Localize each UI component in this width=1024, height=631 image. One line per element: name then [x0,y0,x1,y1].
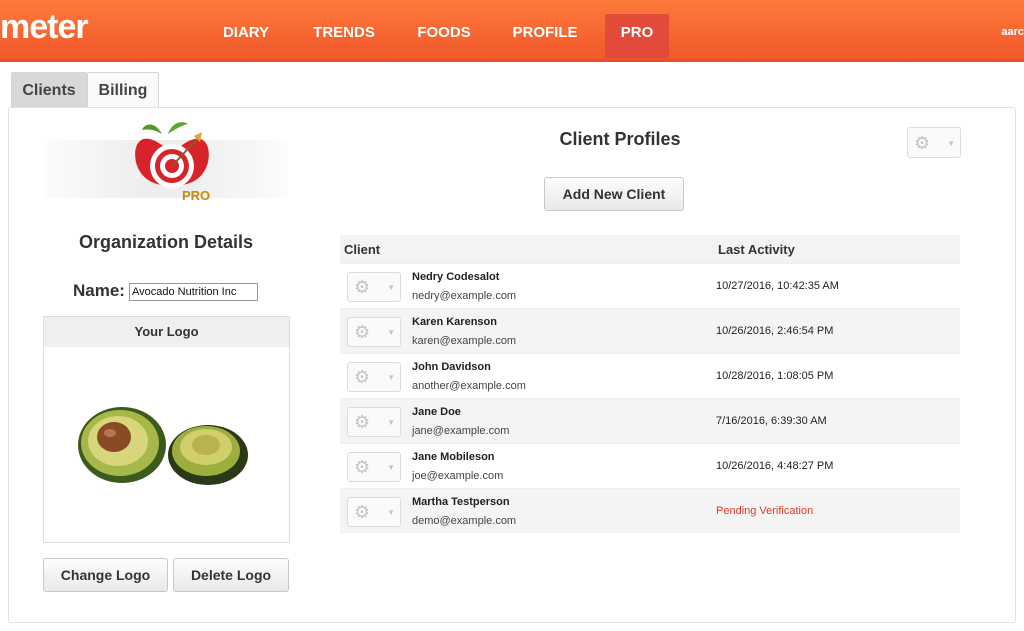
row-actions-button[interactable]: ⚙ ▼ [347,452,401,482]
pro-badge: PRO [182,188,210,203]
delete-logo-button[interactable]: Delete Logo [173,558,289,592]
last-activity: 10/26/2016, 2:46:54 PM [716,325,834,337]
client-name: Nedry Codesalot [412,271,500,283]
gear-icon: ⚙ [354,457,371,477]
client-profiles-title: Client Profiles [559,129,681,149]
client-email: another@example.com [412,380,526,392]
client-email: nedry@example.com [412,290,517,302]
last-activity-pending: Pending Verification [716,505,814,517]
organization-name-input[interactable] [129,283,258,301]
add-new-client-button[interactable]: Add New Client [544,177,684,211]
gear-icon: ⚙ [914,133,931,153]
gear-icon: ⚙ [354,277,371,297]
column-header-last-activity: Last Activity [718,242,795,257]
nav-diary[interactable]: DIARY [205,0,287,62]
gear-icon: ⚙ [354,367,371,387]
name-label: Name: [73,281,125,300]
row-actions-button[interactable]: ⚙ ▼ [347,272,401,302]
table-row: ⚙ ▼ Martha Testperson demo@example.com Pe… [340,488,960,533]
row-actions-button[interactable]: ⚙ ▼ [347,497,401,527]
gear-icon: ⚙ [354,502,371,522]
chevron-down-icon: ▼ [947,139,955,148]
client-name: Karen Karenson [412,316,497,328]
nav-profile[interactable]: PROFILE [502,0,588,62]
top-nav-bar: meter DIARY TRENDS FOODS PROFILE PRO aar… [0,0,1024,62]
tab-clients[interactable]: Clients [11,72,87,108]
chevron-down-icon: ▼ [387,508,395,517]
client-email: demo@example.com [412,515,517,527]
chevron-down-icon: ▼ [387,373,395,382]
table-row: ⚙ ▼ John Davidson another@example.com 10/… [340,353,960,398]
logo-box-title: Your Logo [44,317,289,347]
client-name: Jane Mobileson [412,451,495,463]
row-actions-button[interactable]: ⚙ ▼ [347,407,401,437]
gear-icon: ⚙ [354,412,371,432]
client-email: jane@example.com [412,425,510,437]
logo-box: Your Logo [43,316,290,543]
table-header: Client Last Activity [340,235,960,263]
client-name: Martha Testperson [412,496,510,508]
avocado-image [44,347,289,542]
tab-billing[interactable]: Billing [87,72,159,108]
gear-icon: ⚙ [354,322,371,342]
table-row: ⚙ ▼ Nedry Codesalot nedry@example.com 10/… [340,263,960,308]
apple-target-logo: PRO [132,116,216,209]
table-row: ⚙ ▼ Karen Karenson karen@example.com 10/2… [340,308,960,353]
nav-pro[interactable]: PRO [605,14,669,58]
row-actions-button[interactable]: ⚙ ▼ [347,362,401,392]
last-activity: 7/16/2016, 6:39:30 AM [716,415,827,427]
user-menu[interactable]: aarc [1001,26,1024,38]
client-email: joe@example.com [412,470,504,482]
client-name: Jane Doe [412,406,461,418]
client-name: John Davidson [412,361,491,373]
table-row: ⚙ ▼ Jane Mobileson joe@example.com 10/26/… [340,443,960,488]
column-header-client: Client [344,242,381,257]
brand-logo[interactable]: meter [0,8,89,47]
chevron-down-icon: ▼ [387,463,395,472]
settings-dropdown-button[interactable]: ⚙ ▼ [907,127,961,158]
nav-foods[interactable]: FOODS [404,0,484,62]
change-logo-button[interactable]: Change Logo [43,558,168,592]
chevron-down-icon: ▼ [387,283,395,292]
row-actions-button[interactable]: ⚙ ▼ [347,317,401,347]
chevron-down-icon: ▼ [387,418,395,427]
organization-title: Organization Details [78,232,254,252]
last-activity: 10/28/2016, 1:08:05 PM [716,370,834,382]
table-row: ⚙ ▼ Jane Doe jane@example.com 7/16/2016, … [340,398,960,443]
client-table: Client Last Activity ⚙ ▼ Nedry Codesalot … [340,235,960,533]
nav-trends[interactable]: TRENDS [300,0,388,62]
chevron-down-icon: ▼ [387,328,395,337]
last-activity: 10/26/2016, 4:48:27 PM [716,460,834,472]
client-email: karen@example.com [412,335,517,347]
last-activity: 10/27/2016, 10:42:35 AM [716,280,839,292]
